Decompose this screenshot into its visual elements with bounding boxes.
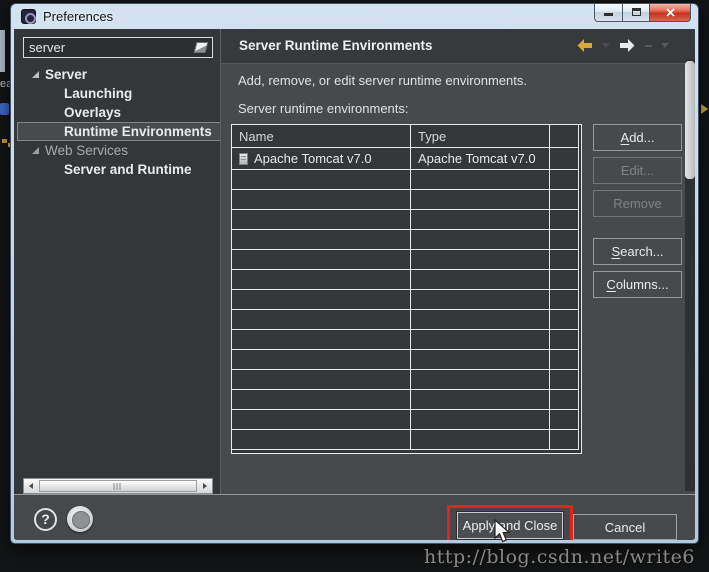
watermark: http://blog.csdn.net/write6: [424, 546, 695, 568]
window-title: Preferences: [43, 9, 113, 24]
view-menu-icon[interactable]: [661, 43, 669, 48]
search-button[interactable]: Search...: [593, 238, 682, 265]
runtime-environments-page: Add, remove, or edit server runtime envi…: [221, 65, 695, 494]
minimize-icon: [604, 13, 613, 16]
table-row[interactable]: Apache Tomcat v7.0Apache Tomcat v7.0: [232, 148, 579, 170]
page-header: Server Runtime Environments: [221, 29, 695, 64]
edit-button: Edit...: [593, 157, 682, 184]
scrollbar-thumb[interactable]: [39, 480, 197, 492]
filter-input[interactable]: [24, 38, 212, 57]
close-icon: [665, 8, 676, 18]
table-empty-row: [232, 330, 579, 350]
forward-history-dropdown-icon: [645, 45, 652, 47]
table-header-row: NameType: [232, 125, 579, 148]
table-empty-row: [232, 250, 579, 270]
background-fragment: [0, 30, 5, 72]
table-empty-row: [232, 290, 579, 310]
table-empty-row: [232, 410, 579, 430]
maximize-button[interactable]: [622, 4, 650, 22]
record-preferences-button[interactable]: [67, 506, 93, 532]
cell-extra: [550, 148, 579, 170]
column-header-type[interactable]: Type: [411, 125, 550, 148]
table-label: Server runtime environments:: [238, 101, 409, 116]
tree-horizontal-scrollbar[interactable]: [23, 478, 213, 494]
dialog-client-area: Server Launching Overlays Runtime Environme…: [14, 29, 695, 540]
cancel-button[interactable]: Cancel: [573, 514, 677, 540]
table-empty-row: [232, 230, 579, 250]
columns-button[interactable]: Columns...: [593, 271, 682, 298]
remove-button: Remove: [593, 190, 682, 217]
tree-item-label: Overlays: [64, 105, 121, 120]
table-empty-row: [232, 430, 579, 450]
tree-item-label: Launching: [64, 86, 132, 101]
tree-item-label: Server: [45, 67, 87, 82]
titlebar[interactable]: Preferences: [11, 4, 698, 29]
tree-item-label: Runtime Environments: [64, 124, 212, 139]
table-empty-row: [232, 170, 579, 190]
table-empty-row: [232, 310, 579, 330]
help-button[interactable]: ?: [34, 508, 57, 531]
cell-type: Apache Tomcat v7.0: [411, 148, 550, 170]
tree-item-label: Web Services: [45, 143, 128, 158]
table-empty-row: [232, 390, 579, 410]
table-empty-row: [232, 350, 579, 370]
runtime-table[interactable]: NameTypeApache Tomcat v7.0Apache Tomcat …: [231, 124, 582, 454]
scroll-left-icon[interactable]: [24, 479, 38, 493]
tree-item-label: Server and Runtime: [64, 162, 192, 177]
table-empty-row: [232, 270, 579, 290]
preferences-dialog: Preferences Server Launching Overlays Runti…: [10, 3, 699, 544]
table-actions: Add... Edit... Remove Search... Columns...: [593, 124, 682, 298]
table-empty-row: [232, 190, 579, 210]
page-title: Server Runtime Environments: [239, 38, 433, 53]
back-history-dropdown-icon[interactable]: [602, 43, 610, 48]
server-icon: [239, 153, 248, 165]
filter-box: [23, 37, 213, 58]
page-description: Add, remove, or edit server runtime envi…: [238, 73, 527, 88]
preferences-app-icon: [21, 9, 36, 24]
column-header-name[interactable]: Name: [232, 125, 411, 148]
close-button[interactable]: [649, 4, 691, 22]
background-fragment: [2, 139, 7, 143]
background-fragment: [701, 104, 708, 114]
vertical-scrollbar[interactable]: [685, 59, 695, 491]
forward-history-icon[interactable]: [619, 39, 636, 52]
button-bar: ? Apply and Close Cancel: [14, 494, 695, 540]
maximize-icon: [632, 8, 641, 16]
table-empty-row: [232, 370, 579, 390]
minimize-button[interactable]: [594, 4, 623, 22]
column-header-extra: [550, 125, 579, 148]
expander-icon[interactable]: [32, 147, 39, 154]
mouse-cursor: [494, 519, 512, 545]
cell-name: Apache Tomcat v7.0: [232, 148, 411, 170]
add-button[interactable]: Add...: [593, 124, 682, 151]
expander-icon[interactable]: [32, 71, 39, 78]
scrollbar-thumb[interactable]: [685, 61, 695, 179]
scroll-right-icon[interactable]: [198, 479, 212, 493]
background-icon-fragment: [0, 103, 9, 115]
table-empty-row: [232, 210, 579, 230]
back-history-icon[interactable]: [576, 39, 593, 52]
